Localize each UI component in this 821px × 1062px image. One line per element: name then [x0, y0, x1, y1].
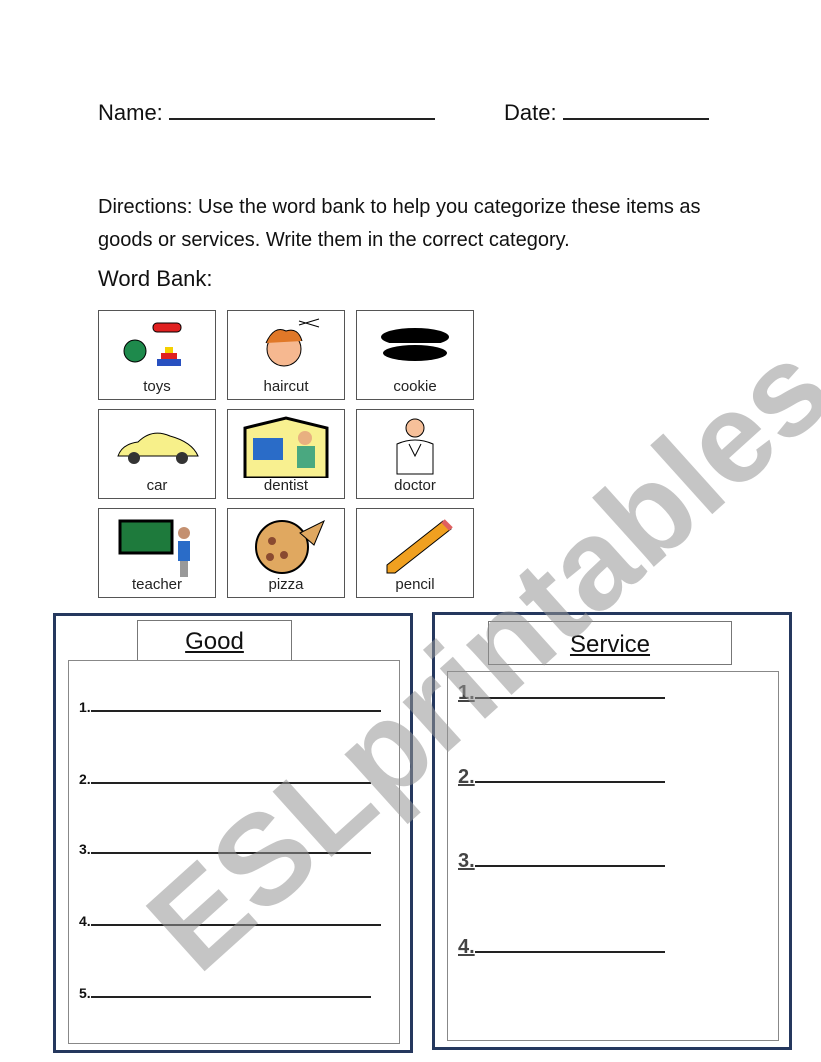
word-card: doctor: [356, 409, 474, 499]
service-item-4[interactable]: 4.: [458, 936, 665, 959]
cookie-icon: [381, 328, 449, 361]
good-list-box: 1. 2. 3. 4. 5.: [68, 660, 400, 1044]
word-label: haircut: [263, 378, 309, 395]
word-card: pizza: [227, 508, 345, 598]
service-title: Service: [569, 631, 651, 658]
word-card: pencil: [356, 508, 474, 598]
car-icon: [117, 432, 199, 464]
word-card: cookie: [356, 310, 474, 400]
word-card: dentist: [227, 409, 345, 499]
name-label: Name:: [98, 100, 163, 125]
word-card: teacher: [98, 508, 216, 598]
date-label: Date:: [504, 100, 557, 125]
dentist-icon: [243, 416, 329, 478]
word-label: pizza: [268, 576, 304, 593]
good-item-1[interactable]: 1.: [79, 699, 381, 715]
word-card: haircut: [227, 310, 345, 400]
service-item-2[interactable]: 2.: [458, 766, 665, 789]
teacher-icon: [118, 519, 190, 577]
word-label: doctor: [394, 477, 436, 494]
word-label: pencil: [395, 576, 435, 593]
service-title-box: Service: [488, 621, 732, 665]
word-label: toys: [143, 378, 171, 395]
word-bank-grid: toys haircut cookie car dentist doctor t…: [98, 310, 474, 598]
good-panel: Good 1. 2. 3. 4. 5.: [53, 613, 413, 1053]
name-blank[interactable]: [168, 118, 435, 120]
pencil-icon: [386, 519, 453, 574]
good-item-4[interactable]: 4.: [79, 913, 381, 929]
word-label: car: [146, 477, 168, 494]
good-item-3[interactable]: 3.: [79, 841, 371, 857]
service-panel: Service 1. 2. 3. 4.: [432, 612, 792, 1050]
haircut-icon: [265, 318, 320, 367]
name-field[interactable]: Name:: [98, 100, 435, 126]
service-list-box: 1. 2. 3. 4.: [447, 671, 779, 1041]
directions-text: Directions: Use the word bank to help yo…: [98, 196, 701, 251]
word-card: toys: [98, 310, 216, 400]
pizza-icon: [255, 519, 325, 574]
good-title-box: Good: [137, 620, 292, 664]
service-item-3[interactable]: 3.: [458, 850, 665, 873]
word-bank-label: Word Bank:: [98, 266, 213, 291]
doctor-icon: [396, 418, 434, 475]
good-item-5[interactable]: 5.: [79, 985, 371, 1001]
good-item-2[interactable]: 2.: [79, 771, 371, 787]
good-title: Good: [185, 628, 244, 655]
word-label: teacher: [131, 576, 183, 593]
word-label: dentist: [263, 477, 309, 494]
date-blank[interactable]: [562, 118, 709, 120]
word-card: car: [98, 409, 216, 499]
toys-icon: [123, 322, 182, 366]
service-item-1[interactable]: 1.: [458, 682, 665, 705]
word-label: cookie: [393, 378, 437, 395]
date-field[interactable]: Date:: [504, 100, 709, 126]
